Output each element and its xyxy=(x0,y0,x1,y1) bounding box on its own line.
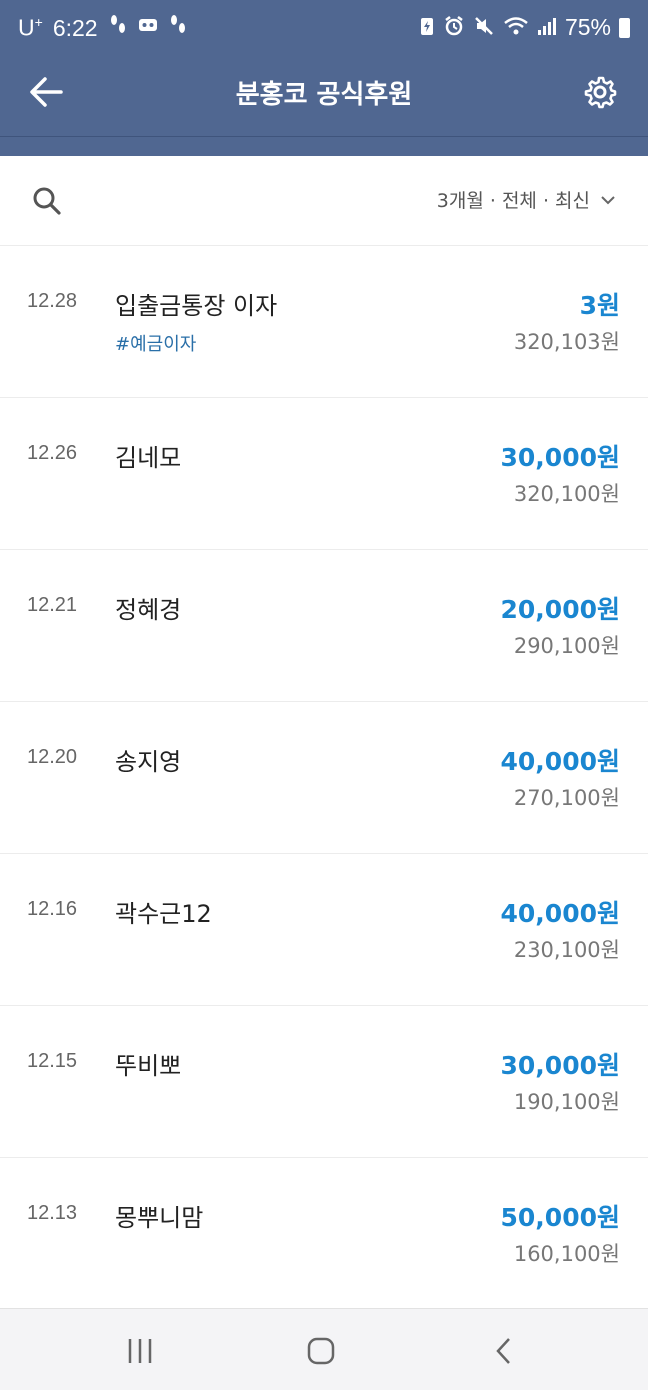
transaction-amount: 30,000원 xyxy=(500,1051,620,1080)
carrier-text: U xyxy=(18,14,35,41)
transaction-date: 12.16 xyxy=(27,898,78,920)
clock: 6:22 xyxy=(52,14,98,41)
transaction-row[interactable]: 12.28 입출금통장 이자 #예금이자 3원 320,103원 xyxy=(0,246,648,398)
mute-icon xyxy=(473,15,495,41)
transaction-amount: 20,000원 xyxy=(500,595,620,624)
filter-bar: 3개월 · 전체 · 최신 xyxy=(0,156,648,246)
transaction-name: 입출금통장 이자 xyxy=(115,292,278,320)
alarm-icon xyxy=(443,15,465,41)
footsteps-icon xyxy=(108,14,128,42)
transaction-date: 12.13 xyxy=(27,1202,78,1224)
carrier-label: U+ xyxy=(18,14,43,42)
transaction-tag[interactable]: #예금이자 xyxy=(115,330,196,356)
battery-saver-icon xyxy=(419,15,435,41)
transaction-list: 12.28 입출금통장 이자 #예금이자 3원 320,103원 12.26 김… xyxy=(0,246,648,1310)
transaction-amount: 30,000원 xyxy=(500,443,620,472)
transaction-name: 송지영 xyxy=(115,748,182,776)
chevron-down-icon xyxy=(601,195,615,204)
transaction-row[interactable]: 12.21 정혜경 20,000원 290,100원 xyxy=(0,550,648,702)
transaction-row[interactable]: 12.15 뚜비뽀 30,000원 190,100원 xyxy=(0,1006,648,1158)
voicemail-icon xyxy=(138,15,158,41)
status-left: U+ 6:22 xyxy=(18,14,188,42)
transaction-row[interactable]: 12.13 몽뿌니맘 50,000원 160,100원 xyxy=(0,1158,648,1310)
transaction-date: 12.20 xyxy=(27,746,78,768)
transaction-date: 12.21 xyxy=(27,594,78,616)
recent-apps-icon xyxy=(128,1339,152,1363)
transaction-name: 몽뿌니맘 xyxy=(115,1204,204,1232)
transaction-balance: 270,100원 xyxy=(513,786,620,810)
search-button[interactable] xyxy=(30,184,64,218)
transaction-date: 12.26 xyxy=(27,442,78,464)
transaction-row[interactable]: 12.20 송지영 40,000원 270,100원 xyxy=(0,702,648,854)
header-divider xyxy=(0,136,648,137)
page-title: 분홍코 공식후원 xyxy=(235,80,413,110)
transaction-row[interactable]: 12.16 곽수근12 40,000원 230,100원 xyxy=(0,854,648,1006)
battery-percent: 75% xyxy=(564,14,611,40)
transaction-amount: 40,000원 xyxy=(500,899,620,928)
home-button[interactable] xyxy=(291,1331,351,1371)
status-right: 75% xyxy=(419,14,630,41)
transaction-amount: 3원 xyxy=(579,291,620,320)
transaction-name: 김네모 xyxy=(115,444,182,472)
transaction-balance: 320,103원 xyxy=(513,330,620,354)
transaction-row[interactable]: 12.26 김네모 30,000원 320,100원 xyxy=(0,398,648,550)
wifi-icon xyxy=(503,15,529,41)
chevron-left-icon xyxy=(496,1338,510,1364)
transaction-date: 12.15 xyxy=(27,1050,78,1072)
filter-label: 3개월 · 전체 · 최신 xyxy=(436,190,590,212)
home-icon xyxy=(307,1337,335,1365)
app-header: 분홍코 공식후원 xyxy=(0,56,648,156)
transaction-amount: 50,000원 xyxy=(500,1203,620,1232)
transaction-balance: 320,100원 xyxy=(513,482,620,506)
gear-icon xyxy=(584,76,617,109)
transaction-balance: 230,100원 xyxy=(513,938,620,962)
transaction-amount: 40,000원 xyxy=(500,747,620,776)
search-icon xyxy=(33,187,61,215)
transaction-balance: 160,100원 xyxy=(513,1242,620,1266)
system-nav-bar xyxy=(0,1308,648,1390)
transaction-date: 12.28 xyxy=(27,290,78,312)
carrier-sup: + xyxy=(34,14,43,31)
transaction-balance: 290,100원 xyxy=(513,634,620,658)
signal-icon xyxy=(537,15,557,41)
transaction-name: 뚜비뽀 xyxy=(115,1052,182,1080)
recent-apps-button[interactable] xyxy=(110,1331,170,1371)
settings-button[interactable] xyxy=(578,70,622,114)
period-filter-dropdown[interactable]: 3개월 · 전체 · 최신 xyxy=(437,186,616,213)
system-back-button[interactable] xyxy=(474,1331,534,1371)
battery-icon xyxy=(619,17,630,38)
footsteps-icon-2 xyxy=(168,14,188,42)
transaction-name: 곽수근12 xyxy=(115,900,212,928)
status-bar: U+ 6:22 75% xyxy=(0,0,648,56)
transaction-balance: 190,100원 xyxy=(513,1090,620,1114)
transaction-name: 정혜경 xyxy=(115,596,182,624)
